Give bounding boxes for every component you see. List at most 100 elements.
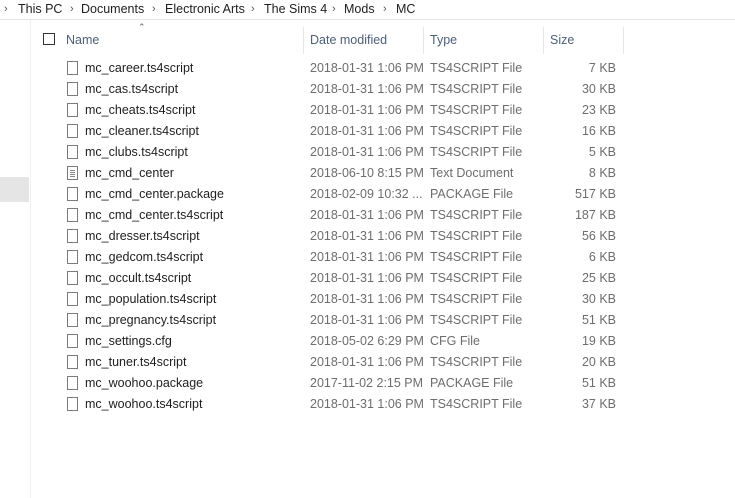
chevron-right-icon[interactable]: › (4, 0, 8, 18)
file-type: TS4SCRIPT File (430, 229, 523, 243)
file-size: 20 KB (581, 355, 616, 369)
chevron-right-icon[interactable]: › (251, 0, 255, 18)
file-size: 30 KB (581, 82, 616, 96)
file-type: PACKAGE File (430, 376, 514, 390)
file-row[interactable]: mc_occult.ts4script 2018-01-31 1:06 PM TS4… (60, 268, 624, 289)
file-date-modified: 2018-01-31 1:06 PM (310, 292, 424, 306)
file-date-modified: 2018-01-31 1:06 PM (310, 313, 424, 327)
file-row[interactable]: mc_settings.cfg 2018-05-02 6:29 PM CFG Fil… (60, 331, 624, 352)
file-date-modified: 2018-01-31 1:06 PM (310, 397, 424, 411)
file-type: TS4SCRIPT File (430, 292, 523, 306)
file-icon (67, 271, 78, 285)
breadcrumb-mods[interactable]: Mods (344, 0, 375, 18)
file-type: TS4SCRIPT File (430, 271, 523, 285)
file-type: TS4SCRIPT File (430, 61, 523, 75)
file-icon (67, 145, 78, 159)
nav-pane-divider[interactable] (30, 20, 31, 498)
file-icon (67, 250, 78, 264)
file-date-modified: 2018-01-31 1:06 PM (310, 208, 424, 222)
file-name: mc_tuner.ts4script (85, 355, 187, 369)
file-row[interactable]: mc_gedcom.ts4script 2018-01-31 1:06 PM TS4… (60, 247, 624, 268)
file-type: Text Document (430, 166, 514, 180)
file-row[interactable]: mc_clubs.ts4script 2018-01-31 1:06 PM TS4S… (60, 142, 624, 163)
nav-pane-selected-item[interactable] (0, 177, 29, 202)
file-row[interactable]: mc_woohoo.ts4script 2018-01-31 1:06 PM TS4… (60, 394, 624, 415)
file-name: mc_cheats.ts4script (85, 103, 196, 117)
breadcrumb-mc[interactable]: MC (396, 0, 415, 18)
breadcrumb-the-sims-4[interactable]: The Sims 4 (264, 0, 327, 18)
file-type: TS4SCRIPT File (430, 145, 523, 159)
file-date-modified: 2018-01-31 1:06 PM (310, 145, 424, 159)
file-row[interactable]: mc_cmd_center.ts4script 2018-01-31 1:06 P… (60, 205, 624, 226)
chevron-right-icon[interactable]: › (152, 0, 156, 18)
file-icon (67, 82, 78, 96)
file-type: TS4SCRIPT File (430, 208, 523, 222)
file-date-modified: 2017-11-02 2:15 PM (310, 376, 424, 390)
file-row[interactable]: mc_cmd_center.package 2018-02-09 10:32 ..… (60, 184, 624, 205)
file-row[interactable]: mc_woohoo.package 2017-11-02 2:15 PM PACKA… (60, 373, 624, 394)
file-name: mc_career.ts4script (85, 61, 194, 75)
file-row[interactable]: mc_tuner.ts4script 2018-01-31 1:06 PM TS4S… (60, 352, 624, 373)
file-row[interactable]: mc_pregnancy.ts4script 2018-01-31 1:06 PM… (60, 310, 624, 331)
column-divider[interactable] (423, 27, 424, 54)
file-row[interactable]: mc_career.ts4script 2018-01-31 1:06 PM TS4… (60, 58, 624, 79)
file-icon (67, 292, 78, 306)
file-type: TS4SCRIPT File (430, 397, 523, 411)
file-date-modified: 2018-01-31 1:06 PM (310, 124, 424, 138)
file-size: 51 KB (581, 313, 616, 327)
file-row[interactable]: mc_dresser.ts4script 2018-01-31 1:06 PM TS… (60, 226, 624, 247)
file-date-modified: 2018-01-31 1:06 PM (310, 250, 424, 264)
file-date-modified: 2018-01-31 1:06 PM (310, 103, 424, 117)
file-row[interactable]: mc_cmd_center 2018-06-10 8:15 PM Text Docu… (60, 163, 624, 184)
file-size: 517 KB (574, 187, 616, 201)
select-all-checkbox[interactable] (43, 33, 55, 45)
file-icon (67, 61, 78, 75)
file-icon (67, 124, 78, 138)
file-type: TS4SCRIPT File (430, 124, 523, 138)
file-icon (67, 334, 78, 348)
file-name: mc_cmd_center (85, 166, 174, 180)
file-icon (67, 376, 78, 390)
file-size: 37 KB (581, 397, 616, 411)
file-size: 25 KB (581, 271, 616, 285)
column-divider[interactable] (303, 27, 304, 54)
file-size: 16 KB (581, 124, 616, 138)
chevron-right-icon[interactable]: › (70, 0, 74, 18)
file-icon (67, 355, 78, 369)
chevron-right-icon[interactable]: › (332, 0, 336, 18)
breadcrumb-documents[interactable]: Documents (81, 0, 144, 18)
breadcrumb-this-pc[interactable]: This PC (18, 0, 62, 18)
file-name: mc_cmd_center.package (85, 187, 224, 201)
file-size: 187 KB (574, 208, 616, 222)
column-header-type[interactable]: Type (430, 32, 457, 48)
file-date-modified: 2018-01-31 1:06 PM (310, 229, 424, 243)
column-header-size[interactable]: Size (550, 32, 574, 48)
file-name: mc_clubs.ts4script (85, 145, 188, 159)
file-icon (67, 397, 78, 411)
file-name: mc_dresser.ts4script (85, 229, 200, 243)
column-divider[interactable] (623, 27, 624, 54)
file-type: TS4SCRIPT File (430, 82, 523, 96)
file-name: mc_woohoo.package (85, 376, 204, 390)
column-header-date-modified[interactable]: Date modified (310, 32, 387, 48)
file-type: CFG File (430, 334, 480, 348)
file-row[interactable]: mc_cas.ts4script 2018-01-31 1:06 PM TS4SCR… (60, 79, 624, 100)
file-row[interactable]: mc_cheats.ts4script 2018-01-31 1:06 PM TS4… (60, 100, 624, 121)
file-name: mc_population.ts4script (85, 292, 217, 306)
file-icon (67, 187, 78, 201)
file-date-modified: 2018-05-02 6:29 PM (310, 334, 424, 348)
chevron-right-icon[interactable]: › (383, 0, 387, 18)
file-date-modified: 2018-01-31 1:06 PM (310, 61, 424, 75)
column-divider[interactable] (543, 27, 544, 54)
breadcrumb: › This PC › Documents › Electronic Arts … (0, 0, 735, 20)
file-row[interactable]: mc_population.ts4script 2018-01-31 1:06 P… (60, 289, 624, 310)
breadcrumb-electronic-arts[interactable]: Electronic Arts (165, 0, 245, 18)
file-row[interactable]: mc_cleaner.ts4script 2018-01-31 1:06 PM TS… (60, 121, 624, 142)
file-name: mc_occult.ts4script (85, 271, 192, 285)
file-type: TS4SCRIPT File (430, 313, 523, 327)
file-type: TS4SCRIPT File (430, 250, 523, 264)
file-icon (67, 103, 78, 117)
column-header-name[interactable]: Name (66, 32, 99, 48)
file-date-modified: 2018-01-31 1:06 PM (310, 82, 424, 96)
file-size: 23 KB (581, 103, 616, 117)
